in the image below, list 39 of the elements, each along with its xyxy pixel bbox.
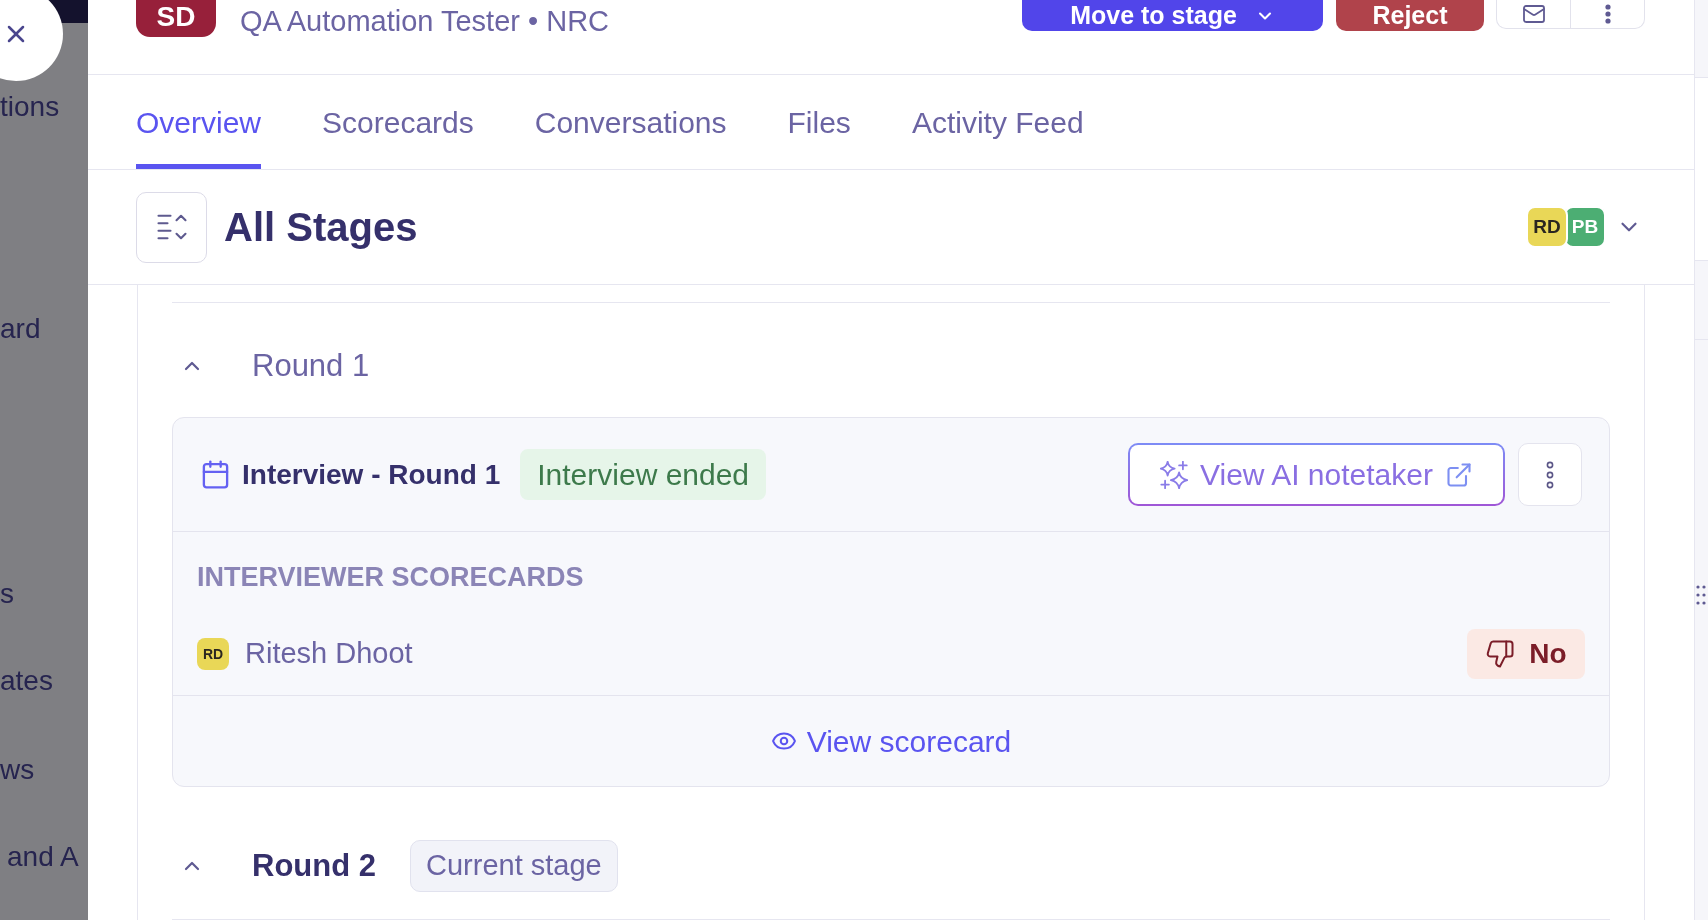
drag-handle-icon[interactable] [1695, 584, 1707, 606]
view-scorecard-link[interactable]: View scorecard [770, 718, 1012, 764]
more-icon [1604, 4, 1611, 24]
sidebar-item: ates [0, 664, 53, 698]
tab[interactable]: Files [787, 75, 851, 169]
recommendation-badge: No [1467, 629, 1585, 679]
reject-button[interactable]: Reject [1336, 0, 1484, 31]
sidebar-item: and A [6, 840, 79, 874]
round-title: Round 1 [252, 346, 370, 385]
sidebar-item: ws [0, 753, 35, 787]
sidebar-item: tions [0, 90, 60, 124]
collapse-all-button[interactable] [136, 191, 207, 263]
external-link-icon [1444, 460, 1473, 489]
candidate-subtitle: QA Automation Tester • NRC [240, 4, 610, 38]
interview-title: Interview - Round 1 [242, 457, 501, 492]
candidate-avatar: SD [136, 0, 216, 37]
interviewer-name: Ritesh Dhoot [245, 636, 413, 672]
tab[interactable]: Overview [136, 75, 262, 169]
thumbs-down-icon [1485, 639, 1516, 669]
more-icon [1546, 460, 1554, 489]
stage-badge: Current stage [410, 840, 618, 892]
calendar-icon [200, 459, 231, 490]
list-chevrons-icon [156, 214, 187, 240]
sidebar-item: ard [0, 312, 41, 346]
ai-notetaker-button[interactable]: View AI notetaker [1128, 443, 1505, 506]
move-to-stage-button[interactable]: Move to stage [1022, 0, 1323, 31]
sidebar-item: s [0, 577, 14, 611]
mail-icon [1521, 2, 1546, 26]
avatar: RD [1526, 206, 1568, 248]
tab[interactable]: Activity Feed [911, 75, 1084, 169]
section-label: INTERVIEWER SCORECARDS [197, 561, 584, 594]
status-badge: Interview ended [520, 449, 767, 500]
tab[interactable]: Conversations [534, 75, 727, 169]
tab[interactable]: Scorecards [322, 75, 474, 169]
avatar: RD [197, 638, 229, 670]
section-title: All Stages [224, 204, 418, 251]
round-title: Round 2 [252, 846, 376, 885]
sparkles-icon [1160, 460, 1189, 489]
avatar: PB [1564, 206, 1606, 248]
